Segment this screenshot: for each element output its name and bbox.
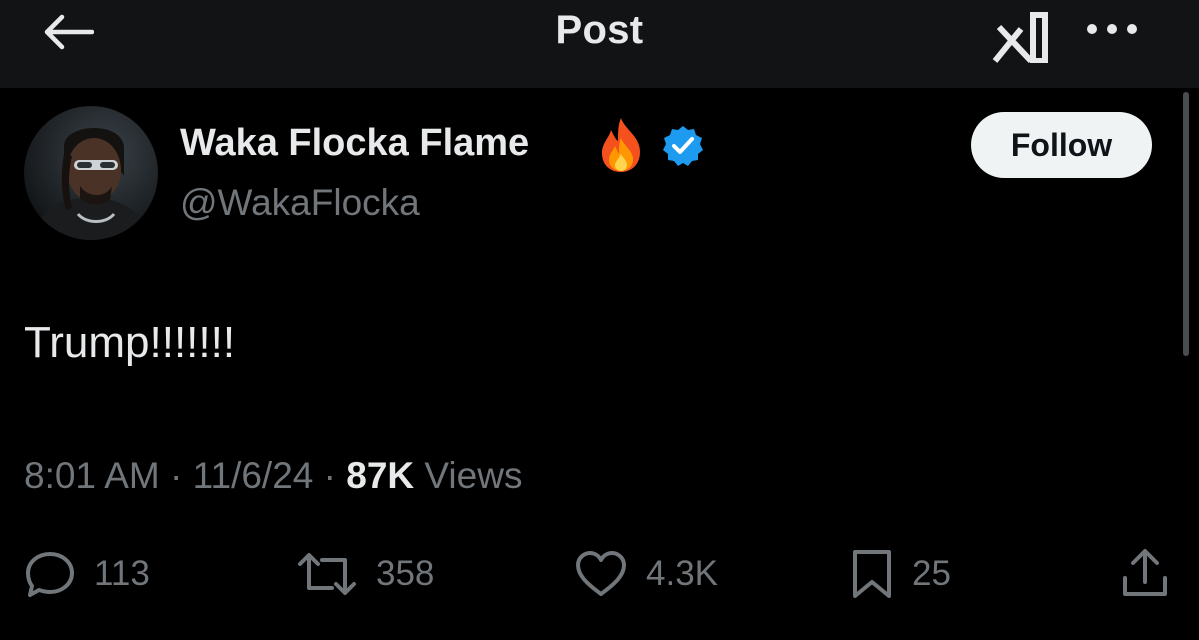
like-count: 4.3K	[646, 554, 718, 593]
meta-separator: ·	[323, 455, 336, 496]
reply-count: 113	[94, 554, 150, 593]
bookmark-icon	[853, 550, 891, 598]
repost-icon	[298, 553, 356, 595]
reply-icon	[26, 552, 74, 597]
grok-icon	[992, 12, 1048, 63]
repost-button[interactable]: 358	[296, 548, 434, 600]
scrollbar[interactable]	[1183, 92, 1189, 356]
grok-button[interactable]	[988, 10, 1056, 64]
bookmark-button[interactable]: 25	[850, 548, 951, 600]
author-display-name[interactable]: Waka Flocka Flame	[180, 122, 529, 165]
meta-separator: ·	[170, 455, 183, 496]
follow-button[interactable]: Follow	[971, 112, 1152, 178]
like-button[interactable]: 4.3K	[574, 548, 718, 600]
views-label: Views	[424, 455, 523, 496]
top-bar: Post	[0, 0, 1199, 88]
heart-icon	[576, 551, 626, 596]
fire-emoji-icon	[602, 118, 640, 172]
avatar[interactable]	[24, 106, 158, 240]
views-count[interactable]: 87K	[346, 455, 414, 496]
reply-button[interactable]: 113	[24, 548, 150, 600]
repost-count: 358	[376, 554, 435, 593]
verified-badge-icon	[663, 126, 703, 166]
avatar-image	[24, 106, 158, 240]
share-button[interactable]	[1120, 548, 1170, 600]
bookmark-count: 25	[912, 554, 951, 593]
more-button[interactable]	[1082, 12, 1142, 46]
post-date: 11/6/24	[192, 455, 314, 496]
post-text: Trump!!!!!!!	[24, 318, 236, 367]
post-metadata: 8:01 AM · 11/6/24 · 87K Views	[24, 455, 522, 497]
more-horizontal-icon	[1087, 24, 1137, 34]
author-handle[interactable]: @WakaFlocka	[180, 182, 420, 224]
post-time: 8:01 AM	[24, 455, 160, 496]
share-icon	[1123, 549, 1167, 596]
